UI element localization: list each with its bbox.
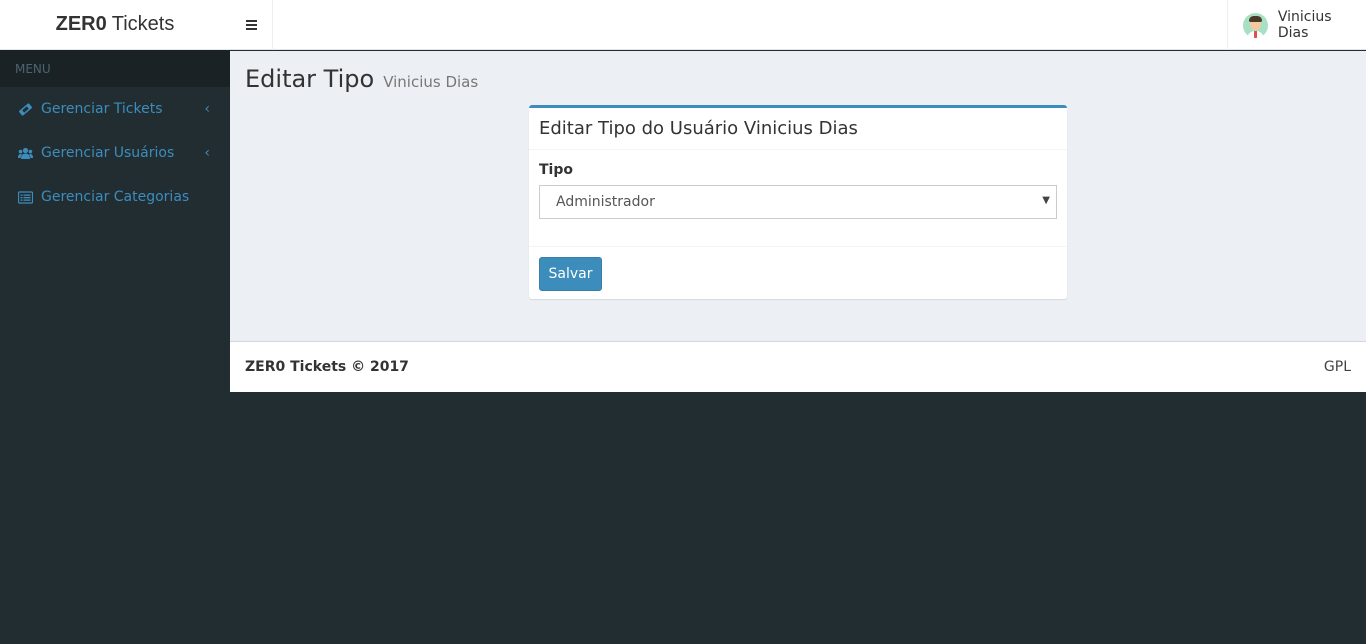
sidebar-menu-header: MENU — [0, 50, 230, 87]
user-menu[interactable]: Vinicius Dias — [1227, 0, 1366, 50]
sidebar-toggle-button[interactable] — [230, 0, 273, 50]
sidebar-item-gerenciar-categorias[interactable]: Gerenciar Categorias — [0, 175, 230, 219]
tipo-select-value: Administrador — [556, 194, 655, 210]
box-title: Editar Tipo do Usuário Vinicius Dias — [539, 118, 858, 139]
chevron-left-icon: ‹ — [204, 145, 210, 161]
users-icon — [18, 147, 33, 159]
list-alt-icon — [18, 190, 33, 204]
sidebar: MENU Gerenciar Tickets ‹ Gerenciar Usuár… — [0, 50, 230, 644]
ticket-icon — [19, 102, 32, 116]
edit-type-box: Editar Tipo do Usuário Vinicius Dias Tip… — [529, 105, 1067, 299]
box-header: Editar Tipo do Usuário Vinicius Dias — [529, 108, 1067, 150]
tipo-select[interactable]: Administrador ▼ — [539, 185, 1057, 219]
app-logo[interactable]: ZER0 Tickets — [0, 0, 230, 50]
box-footer: Salvar — [529, 246, 1067, 301]
caret-down-icon: ▼ — [1042, 195, 1050, 206]
tipo-label: Tipo — [539, 162, 573, 178]
main-content: Editar Tipo Vinicius Dias Editar Tipo do… — [230, 51, 1366, 341]
user-name: Vinicius Dias — [1277, 9, 1332, 41]
sidebar-item-gerenciar-usuarios[interactable]: Gerenciar Usuários ‹ — [0, 131, 230, 175]
logo-bold-text: ZER0 — [55, 13, 107, 35]
chevron-left-icon: ‹ — [204, 101, 210, 117]
sidebar-item-label: Gerenciar Tickets — [41, 101, 163, 117]
save-button[interactable]: Salvar — [539, 257, 602, 291]
navbar: Vinicius Dias — [230, 0, 1366, 50]
logo-text: Tickets — [111, 13, 175, 35]
footer-license: GPL — [1323, 359, 1351, 375]
hamburger-icon — [245, 20, 257, 30]
footer-copyright: ZER0 Tickets © 2017 — [245, 359, 409, 375]
page-header: Editar Tipo Vinicius Dias — [245, 65, 478, 93]
sidebar-item-label: Gerenciar Usuários — [41, 145, 175, 161]
page-footer: ZER0 Tickets © 2017 GPL — [230, 341, 1366, 392]
box-body: Tipo Administrador ▼ — [529, 150, 1067, 246]
page-title: Editar Tipo — [245, 65, 375, 93]
sidebar-item-label: Gerenciar Categorias — [41, 189, 190, 205]
page-subtitle: Vinicius Dias — [383, 73, 479, 91]
sidebar-item-gerenciar-tickets[interactable]: Gerenciar Tickets ‹ — [0, 87, 230, 131]
user-avatar — [1243, 12, 1268, 38]
